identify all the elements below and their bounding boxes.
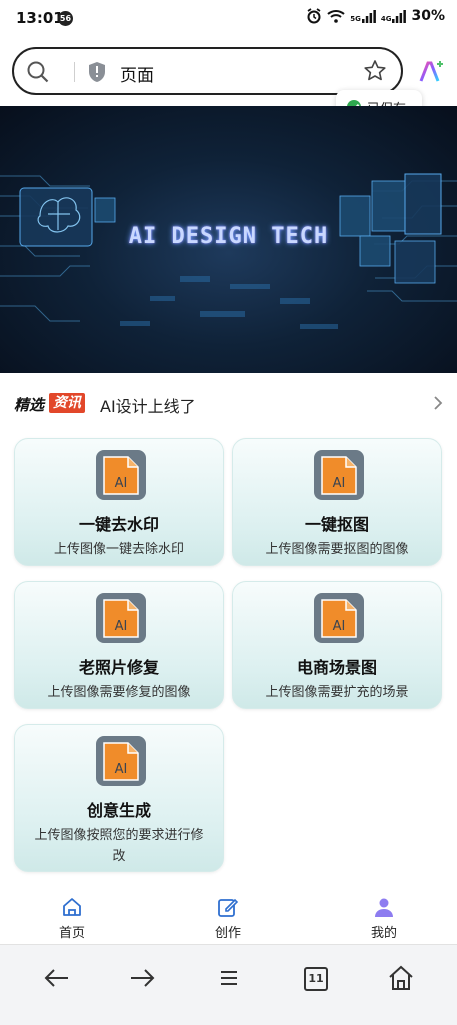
card-cutout[interactable]: AI 一键抠图 上传图像需要抠图的图像 (232, 438, 442, 566)
nav-profile[interactable]: 我的 (349, 896, 419, 941)
card-title: 创意生成 (86, 801, 151, 820)
svg-text:AI: AI (333, 476, 346, 491)
chevron-right-icon[interactable] (433, 395, 443, 411)
tab-count: 11 (304, 967, 328, 991)
nav-label: 我的 (370, 926, 397, 941)
nav-create[interactable]: 创作 (193, 896, 263, 941)
news-logo-featured: 精选 (14, 396, 45, 414)
ai-assistant-icon[interactable] (418, 59, 444, 85)
status-icons: 5G 4G 30% (306, 8, 445, 24)
card-creative-generation[interactable]: AI 创意生成 上传图像按照您的要求进行修改 (14, 724, 224, 872)
ai-file-icon: AI (96, 593, 146, 643)
card-subtitle: 上传图像需要抠图的图像 (265, 542, 409, 557)
svg-text:AI: AI (115, 619, 128, 634)
search-icon[interactable] (26, 60, 50, 84)
card-title: 老照片修复 (78, 658, 159, 677)
status-bar: 13:01 56 5G 4G 30% (0, 0, 457, 40)
browser-toolbar: 11 (0, 944, 457, 1025)
banner-title: AI DESIGN TECH (128, 224, 329, 249)
signal-4g-icon: 4G (381, 9, 407, 23)
address-separator (74, 62, 75, 82)
card-subtitle: 上传图像一键去除水印 (53, 542, 184, 557)
tabs-button[interactable]: 11 (300, 963, 330, 993)
ai-file-icon: AI (314, 450, 364, 500)
ai-file-icon: AI (96, 736, 146, 786)
card-title: 一键去水印 (78, 515, 159, 534)
user-icon (375, 898, 393, 917)
notification-badge: 56 (58, 11, 73, 26)
news-logo-info: 资讯 (49, 393, 85, 413)
svg-text:AI: AI (115, 476, 128, 491)
svg-text:AI: AI (115, 762, 128, 777)
shield-icon[interactable] (87, 61, 107, 83)
address-bar[interactable]: 页面 (12, 47, 403, 95)
home-icon (63, 898, 81, 916)
back-arrow-icon[interactable] (42, 963, 72, 993)
news-headline[interactable]: AI设计上线了 (100, 393, 196, 417)
edit-icon (218, 898, 239, 917)
menu-icon[interactable] (214, 963, 244, 993)
card-photo-restore[interactable]: AI 老照片修复 上传图像需要修复的图像 (14, 581, 224, 709)
battery-level: 30% (411, 8, 445, 24)
nav-home[interactable]: 首页 (37, 896, 107, 941)
nav-label: 首页 (58, 926, 85, 941)
bookmark-star-icon[interactable] (363, 59, 387, 83)
alarm-icon (307, 8, 321, 24)
forward-arrow-icon[interactable] (127, 963, 157, 993)
home-page-icon[interactable] (386, 963, 416, 993)
card-ecommerce-scene[interactable]: AI 电商场景图 上传图像需要扩充的场景 (232, 581, 442, 709)
card-subtitle: 上传图像需要修复的图像 (47, 685, 191, 700)
bottom-nav: 首页 创作 我的 (0, 892, 457, 944)
ai-file-icon: AI (314, 593, 364, 643)
card-title: 一键抠图 (304, 515, 369, 534)
status-time: 13:01 (16, 9, 64, 27)
signal-5g-icon: 5G (350, 9, 376, 23)
card-subtitle: 上传图像需要扩充的场景 (265, 685, 409, 700)
nav-label: 创作 (214, 926, 241, 941)
svg-text:AI: AI (333, 619, 346, 634)
card-title: 电商场景图 (296, 658, 377, 677)
hero-banner[interactable]: AI DESIGN TECH (0, 106, 457, 373)
card-subtitle: 上传图像按照您的要求进行修改 (34, 828, 204, 864)
ai-file-icon: AI (96, 450, 146, 500)
address-text[interactable]: 页面 (120, 61, 154, 86)
wifi-icon (327, 10, 345, 23)
card-remove-watermark[interactable]: AI 一键去水印 上传图像一键去除水印 (14, 438, 224, 566)
news-row[interactable]: 精选 资讯 AI设计上线了 (0, 385, 457, 421)
